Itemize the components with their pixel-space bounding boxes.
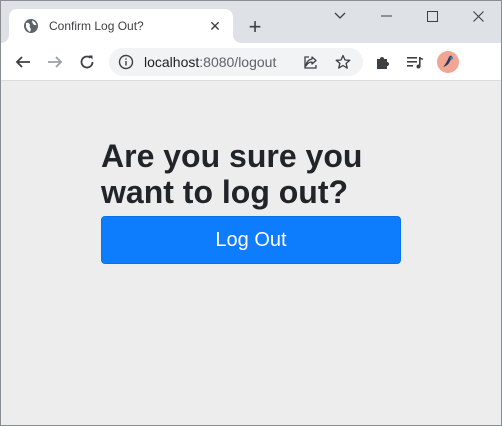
- tab-close-icon[interactable]: ✕: [205, 16, 225, 36]
- tab-strip: Confirm Log Out? ✕ +: [1, 1, 501, 43]
- forward-arrow-icon[interactable]: [43, 50, 67, 74]
- address-bar[interactable]: localhost:8080/logout: [109, 48, 363, 76]
- close-icon[interactable]: [455, 1, 501, 31]
- minimize-icon[interactable]: [363, 1, 409, 31]
- page-title: Are you sure you want to log out?: [101, 138, 363, 210]
- browser-toolbar: localhost:8080/logout: [1, 43, 501, 81]
- url-path: :8080/logout: [199, 54, 277, 70]
- info-icon[interactable]: [117, 53, 135, 71]
- browser-tab[interactable]: Confirm Log Out? ✕: [9, 9, 233, 43]
- media-playlist-icon[interactable]: [403, 50, 427, 74]
- maximize-icon[interactable]: [409, 1, 455, 31]
- star-icon[interactable]: [333, 52, 353, 72]
- log-out-button[interactable]: Log Out: [101, 216, 401, 264]
- new-tab-button[interactable]: +: [243, 15, 267, 39]
- tab-title: Confirm Log Out?: [49, 19, 144, 33]
- url-host: localhost: [144, 54, 200, 70]
- avatar[interactable]: [437, 51, 459, 73]
- reload-icon[interactable]: [75, 50, 99, 74]
- browser-window: Confirm Log Out? ✕ + localhost:8080/logo…: [0, 0, 502, 426]
- share-icon[interactable]: [301, 52, 321, 72]
- globe-icon: [23, 18, 39, 34]
- puzzle-icon[interactable]: [371, 50, 395, 74]
- back-arrow-icon[interactable]: [11, 50, 35, 74]
- chevron-down-icon[interactable]: [317, 1, 363, 31]
- page-content: Are you sure you want to log out? Log Ou…: [1, 82, 501, 425]
- url-text[interactable]: localhost:8080/logout: [144, 54, 276, 70]
